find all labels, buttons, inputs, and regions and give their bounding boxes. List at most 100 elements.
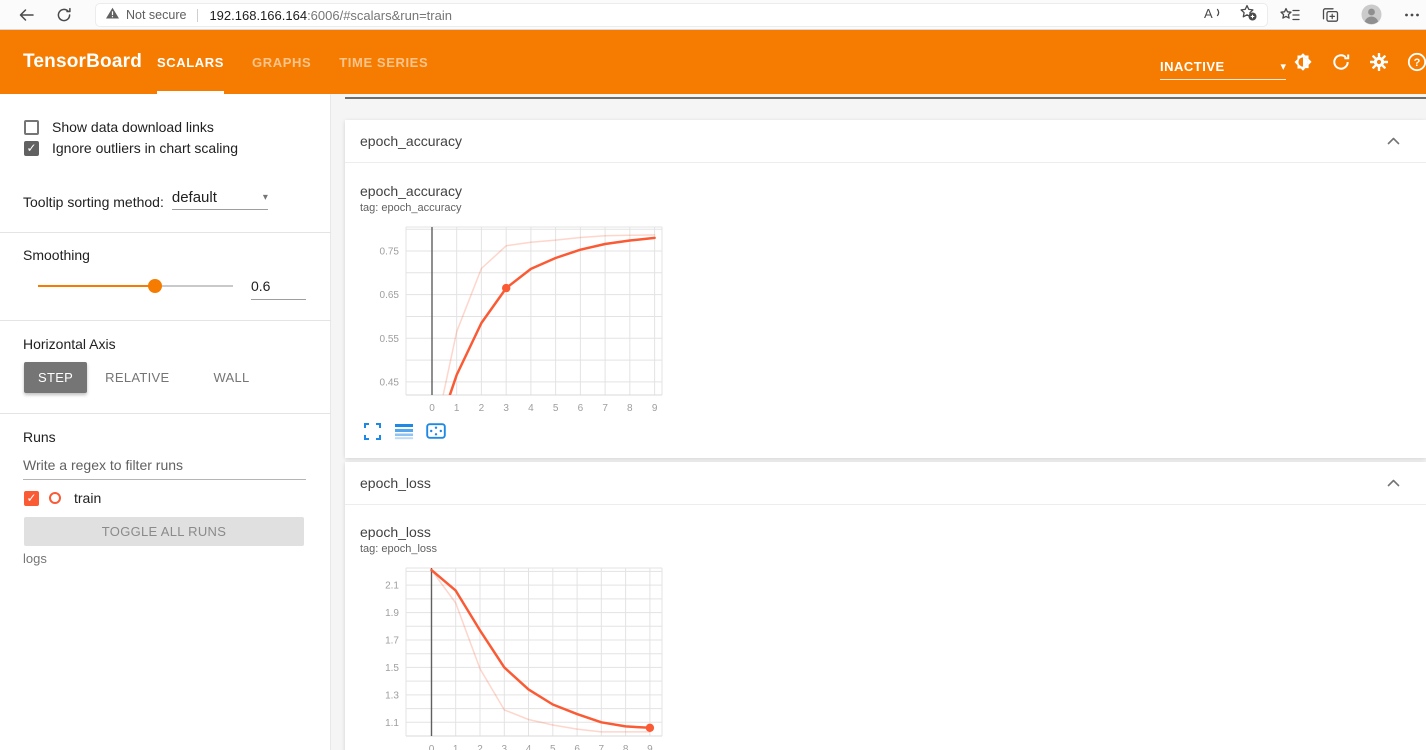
section-title: epoch_accuracy <box>360 133 462 149</box>
svg-text:0.65: 0.65 <box>380 290 400 301</box>
fit-domain-icon[interactable] <box>426 423 444 441</box>
browser-menu-icon[interactable] <box>1404 7 1420 28</box>
svg-text:3: 3 <box>502 744 508 750</box>
svg-text:0.55: 0.55 <box>380 334 400 345</box>
svg-text:0: 0 <box>429 403 435 414</box>
svg-text:3: 3 <box>503 403 509 414</box>
tooltip-sorting-select[interactable]: default ▾ <box>172 189 268 210</box>
svg-text:6: 6 <box>578 403 584 414</box>
url-text: 192.168.166.164:6006/#scalars&run=train <box>209 8 452 23</box>
dashboard-tabs: SCALARS GRAPHS TIME SERIES <box>157 30 428 94</box>
run-train-label: train <box>74 490 101 506</box>
axis-relative-button[interactable]: RELATIVE <box>91 362 183 393</box>
epoch-accuracy-card: epoch_accuracy epoch_accuracy tag: epoch… <box>345 120 1426 458</box>
svg-text:?: ? <box>1414 57 1421 69</box>
reload-status-dropdown[interactable]: INACTIVE ▾ <box>1160 54 1286 80</box>
smoothing-slider-fill <box>38 285 155 287</box>
svg-text:1.5: 1.5 <box>385 663 399 674</box>
epoch-accuracy-section-header[interactable]: epoch_accuracy <box>345 120 1426 163</box>
svg-text:1.9: 1.9 <box>385 608 399 619</box>
read-aloud-icon[interactable]: A <box>1204 6 1223 25</box>
svg-text:9: 9 <box>652 403 658 414</box>
smoothing-value[interactable]: 0.6 <box>251 278 306 300</box>
favorites-bar-icon[interactable] <box>1280 7 1300 28</box>
show-download-links-label: Show data download links <box>52 119 214 135</box>
sidebar-divider <box>0 413 331 414</box>
toggle-all-runs-button[interactable]: TOGGLE ALL RUNS <box>24 517 304 546</box>
chevron-up-icon[interactable] <box>1387 474 1400 492</box>
svg-text:8: 8 <box>623 744 629 750</box>
not-secure-warning-icon <box>106 6 119 24</box>
tensorboard-header: TensorBoard SCALARS GRAPHS TIME SERIES I… <box>0 30 1426 94</box>
chevron-down-icon: ▾ <box>263 192 268 203</box>
show-download-links-checkbox[interactable] <box>24 120 39 135</box>
run-color-swatch <box>49 492 61 504</box>
address-separator <box>197 9 198 22</box>
browser-toolbar: Not secure 192.168.166.164:6006/#scalars… <box>0 0 1426 30</box>
epoch-loss-card: epoch_loss epoch_loss tag: epoch_loss 1.… <box>345 462 1426 750</box>
svg-text:6: 6 <box>574 744 580 750</box>
profile-avatar[interactable] <box>1361 4 1382 30</box>
tensorboard-logo: TensorBoard <box>23 30 142 94</box>
svg-text:1: 1 <box>453 744 459 750</box>
epoch-accuracy-chart[interactable]: 0.450.550.650.750123456789 <box>360 223 672 419</box>
browser-refresh-icon[interactable] <box>54 5 74 25</box>
log-dir-label: logs <box>23 551 47 566</box>
svg-text:0.45: 0.45 <box>380 377 400 388</box>
run-train-checkbox[interactable]: ✓ <box>24 491 39 506</box>
ignore-outliers-checkbox[interactable]: ✓ <box>24 141 39 156</box>
ignore-outliers-label: Ignore outliers in chart scaling <box>52 140 238 156</box>
runs-label: Runs <box>23 429 56 445</box>
settings-sidebar: Show data download links ✓ Ignore outlie… <box>0 94 331 750</box>
epoch-loss-chart[interactable]: 1.11.31.51.71.92.10123456789 <box>360 564 672 750</box>
horizontal-axis-label: Horizontal Axis <box>23 336 116 352</box>
help-icon[interactable]: ? <box>1407 52 1426 72</box>
svg-text:0: 0 <box>429 744 435 750</box>
not-secure-label: Not secure <box>126 8 186 22</box>
smoothing-slider-thumb[interactable] <box>148 279 162 293</box>
reload-status-label: INACTIVE <box>1160 59 1225 74</box>
epoch-loss-section-header[interactable]: epoch_loss <box>345 462 1426 505</box>
url-rest: :6006/#scalars&run=train <box>307 8 452 23</box>
chart-title: epoch_accuracy <box>360 183 1426 199</box>
axis-wall-button[interactable]: WALL <box>199 362 263 393</box>
chevron-up-icon[interactable] <box>1387 132 1400 150</box>
tab-graphs[interactable]: GRAPHS <box>252 30 311 94</box>
svg-text:1: 1 <box>454 403 460 414</box>
chart-tag: tag: epoch_loss <box>360 543 1426 555</box>
url-host: 192.168.166.164 <box>209 8 307 23</box>
svg-text:7: 7 <box>599 744 605 750</box>
smoothing-label: Smoothing <box>23 247 90 263</box>
tab-scalars[interactable]: SCALARS <box>157 30 224 94</box>
svg-text:1.7: 1.7 <box>385 636 399 647</box>
settings-gear-icon[interactable] <box>1369 52 1389 72</box>
svg-text:5: 5 <box>553 403 559 414</box>
svg-text:0.75: 0.75 <box>380 247 400 258</box>
collections-icon[interactable] <box>1322 7 1339 28</box>
tooltip-sorting-value: default <box>172 189 217 206</box>
dark-mode-toggle-icon[interactable] <box>1293 52 1313 72</box>
svg-text:A: A <box>1204 6 1213 20</box>
refresh-data-icon[interactable] <box>1331 52 1351 72</box>
tab-time-series[interactable]: TIME SERIES <box>339 30 428 94</box>
filter-tags-underline <box>345 97 1426 99</box>
svg-text:8: 8 <box>627 403 633 414</box>
sidebar-divider <box>0 232 331 233</box>
axis-step-button[interactable]: STEP <box>24 362 87 393</box>
svg-text:2: 2 <box>477 744 483 750</box>
sidebar-divider <box>0 320 331 321</box>
svg-text:2: 2 <box>479 403 485 414</box>
svg-text:4: 4 <box>526 744 532 750</box>
expand-chart-icon[interactable] <box>364 423 382 441</box>
add-favorite-icon[interactable] <box>1239 4 1257 26</box>
section-title: epoch_loss <box>360 475 431 491</box>
browser-back-icon[interactable] <box>16 5 36 25</box>
smoothing-slider[interactable] <box>38 285 233 287</box>
address-bar[interactable]: Not secure 192.168.166.164:6006/#scalars… <box>95 3 1268 27</box>
svg-text:4: 4 <box>528 403 534 414</box>
log-scale-toggle-icon[interactable] <box>395 423 413 441</box>
svg-text:5: 5 <box>550 744 556 750</box>
runs-filter-input[interactable] <box>23 457 306 480</box>
svg-text:9: 9 <box>647 744 653 750</box>
svg-text:1.1: 1.1 <box>385 718 399 729</box>
